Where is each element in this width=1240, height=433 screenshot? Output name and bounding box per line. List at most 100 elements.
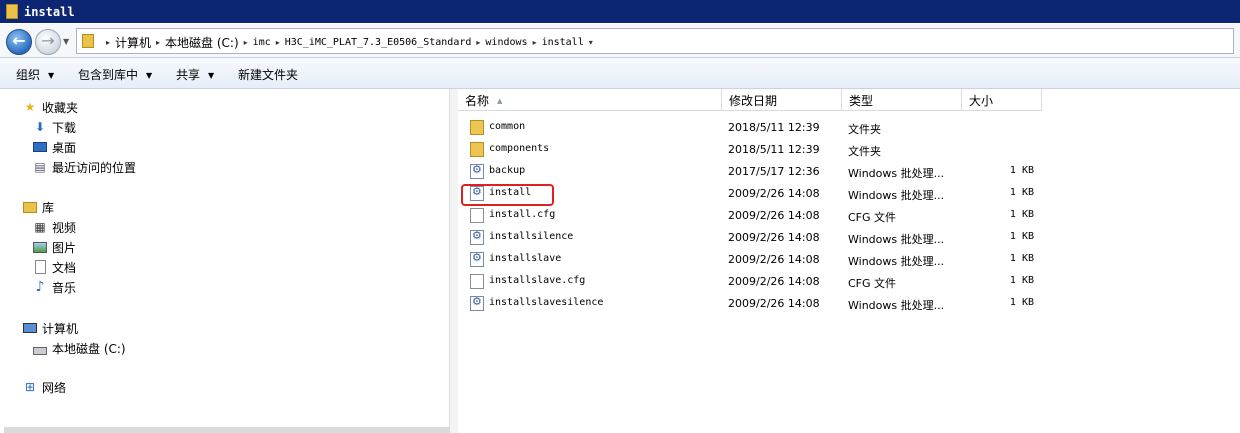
column-header-label: 名称 xyxy=(465,94,490,108)
column-header-date[interactable]: 修改日期 xyxy=(722,89,842,111)
file-date: 2009/2/26 14:08 xyxy=(728,275,820,288)
share-button[interactable]: 共享 ▼ xyxy=(176,66,214,83)
include-in-library-button[interactable]: 包含到库中 ▼ xyxy=(78,66,152,83)
batch-file-icon xyxy=(470,163,484,179)
column-header-name[interactable]: 名称 ▲ xyxy=(458,89,722,111)
file-list: 名称 ▲ 修改日期 类型 大小 common 2018/5/11 12:39 文件… xyxy=(458,89,1240,433)
breadcrumb: ▸ 计算机 ▸ 本地磁盘 (C:) ▸ imc ▸ H3C_iMC_PLAT_7… xyxy=(101,34,598,51)
chevron-right-icon[interactable]: ▸ xyxy=(244,38,248,47)
organize-menu-button[interactable]: 组织 ▼ xyxy=(16,66,54,83)
file-name: backup xyxy=(489,165,526,176)
address-bar[interactable]: ▸ 计算机 ▸ 本地磁盘 (C:) ▸ imc ▸ H3C_iMC_PLAT_7… xyxy=(76,28,1234,54)
file-type: CFG 文件 xyxy=(848,277,897,290)
file-row[interactable]: common 2018/5/11 12:39 文件夹 xyxy=(458,117,1240,139)
file-type: Windows 批处理... xyxy=(848,255,945,268)
chevron-down-icon: ▼ xyxy=(146,71,153,80)
file-size: 1 KB xyxy=(1009,209,1034,220)
file-row[interactable]: components 2018/5/11 12:39 文件夹 xyxy=(458,139,1240,161)
breadcrumb-install[interactable]: install xyxy=(542,37,584,48)
file-date: 2009/2/26 14:08 xyxy=(728,231,820,244)
breadcrumb-windows[interactable]: windows xyxy=(485,37,527,48)
file-size: 1 KB xyxy=(1009,253,1034,264)
folder-icon xyxy=(6,4,18,19)
file-name: installslave xyxy=(489,253,562,264)
file-date: 2009/2/26 14:08 xyxy=(728,187,820,200)
share-label: 共享 xyxy=(176,68,201,82)
forward-button[interactable]: → xyxy=(35,29,61,55)
organize-label: 组织 xyxy=(16,68,41,82)
back-button[interactable]: ← xyxy=(6,29,32,55)
annotation-highlight-box xyxy=(461,184,554,206)
nav-item-pictures[interactable]: 图片 xyxy=(32,237,76,257)
nav-item-downloads[interactable]: ⬇ 下载 xyxy=(32,117,76,137)
nav-item-favorites[interactable]: ★ 收藏夹 xyxy=(22,97,78,117)
nav-item-local-disk[interactable]: 本地磁盘 (C:) xyxy=(32,338,126,358)
column-header-label: 大小 xyxy=(969,94,994,108)
file-size: 1 KB xyxy=(1009,187,1034,198)
video-icon: ▦ xyxy=(34,220,46,234)
breadcrumb-imc[interactable]: imc xyxy=(253,37,271,48)
nav-item-music[interactable]: ♪ 音乐 xyxy=(32,277,76,297)
nav-pane-divider[interactable] xyxy=(450,89,458,433)
nav-item-label: 网络 xyxy=(42,380,67,395)
selected-highlight xyxy=(4,427,449,433)
nav-item-label: 下载 xyxy=(52,120,77,135)
file-name: common xyxy=(489,121,526,132)
file-date: 2018/5/11 12:39 xyxy=(728,143,820,156)
nav-item-label: 视频 xyxy=(52,220,77,235)
file-row[interactable]: install 2009/2/26 14:08 Windows 批处理... 1… xyxy=(458,183,1240,205)
file-row[interactable]: installslavesilence 2009/2/26 14:08 Wind… xyxy=(458,293,1240,315)
file-date: 2009/2/26 14:08 xyxy=(728,253,820,266)
new-folder-button[interactable]: 新建文件夹 xyxy=(238,66,298,83)
nav-item-label: 音乐 xyxy=(52,280,77,295)
batch-file-icon xyxy=(470,229,484,245)
document-icon xyxy=(32,259,48,275)
column-header-label: 修改日期 xyxy=(729,94,778,108)
desktop-icon xyxy=(32,139,48,155)
file-row[interactable]: install.cfg 2009/2/26 14:08 CFG 文件 1 KB xyxy=(458,205,1240,227)
chevron-right-icon[interactable]: ▸ xyxy=(476,38,480,47)
batch-file-icon xyxy=(470,251,484,267)
column-header-type[interactable]: 类型 xyxy=(842,89,962,111)
window-title: install xyxy=(24,5,75,19)
breadcrumb-local-disk[interactable]: 本地磁盘 (C:) xyxy=(165,34,239,51)
nav-item-recent-places[interactable]: ▤ 最近访问的位置 xyxy=(32,157,136,177)
breadcrumb-h3c-imc[interactable]: H3C_iMC_PLAT_7.3_E0506_Standard xyxy=(285,37,472,48)
nav-item-label: 桌面 xyxy=(52,140,77,155)
recent-places-icon: ▤ xyxy=(34,160,46,174)
chevron-down-icon: ▼ xyxy=(208,71,215,80)
nav-item-computer[interactable]: 计算机 xyxy=(22,318,78,338)
folder-icon xyxy=(470,142,484,157)
file-type: Windows 批处理... xyxy=(848,189,945,202)
nav-item-desktop[interactable]: 桌面 xyxy=(32,137,76,157)
nav-item-network[interactable]: ⊞ 网络 xyxy=(22,377,66,397)
drive-icon xyxy=(32,340,48,356)
file-type: 文件夹 xyxy=(848,145,881,158)
file-row[interactable]: installslave.cfg 2009/2/26 14:08 CFG 文件 … xyxy=(458,271,1240,293)
address-row: ← → ▼ ▸ 计算机 ▸ 本地磁盘 (C:) ▸ imc ▸ H3C_iMC_… xyxy=(0,24,1240,58)
nav-item-documents[interactable]: 文档 xyxy=(32,257,76,277)
chevron-down-icon[interactable]: ▾ xyxy=(589,38,593,47)
chevron-right-icon[interactable]: ▸ xyxy=(276,38,280,47)
breadcrumb-computer[interactable]: 计算机 xyxy=(115,34,151,51)
chevron-right-icon[interactable]: ▸ xyxy=(156,38,160,47)
file-row[interactable]: installslave 2009/2/26 14:08 Windows 批处理… xyxy=(458,249,1240,271)
file-row[interactable]: backup 2017/5/17 12:36 Windows 批处理... 1 … xyxy=(458,161,1240,183)
chevron-right-icon[interactable]: ▸ xyxy=(533,38,537,47)
file-row[interactable]: installsilence 2009/2/26 14:08 Windows 批… xyxy=(458,227,1240,249)
nav-item-label: 图片 xyxy=(52,240,77,255)
nav-item-videos[interactable]: ▦ 视频 xyxy=(32,217,76,237)
file-date: 2018/5/11 12:39 xyxy=(728,121,820,134)
chevron-down-icon: ▼ xyxy=(48,71,55,80)
file-name: installslave.cfg xyxy=(489,275,586,286)
chevron-right-icon[interactable]: ▸ xyxy=(106,38,110,47)
recent-pages-dropdown-icon[interactable]: ▼ xyxy=(63,37,69,46)
column-header-size[interactable]: 大小 xyxy=(962,89,1042,111)
file-type: CFG 文件 xyxy=(848,211,897,224)
computer-icon xyxy=(22,320,38,336)
nav-item-label: 收藏夹 xyxy=(42,100,79,115)
library-icon xyxy=(22,199,38,215)
file-size: 1 KB xyxy=(1009,275,1034,286)
folder-icon xyxy=(82,34,94,48)
nav-item-libraries[interactable]: 库 xyxy=(22,197,54,217)
